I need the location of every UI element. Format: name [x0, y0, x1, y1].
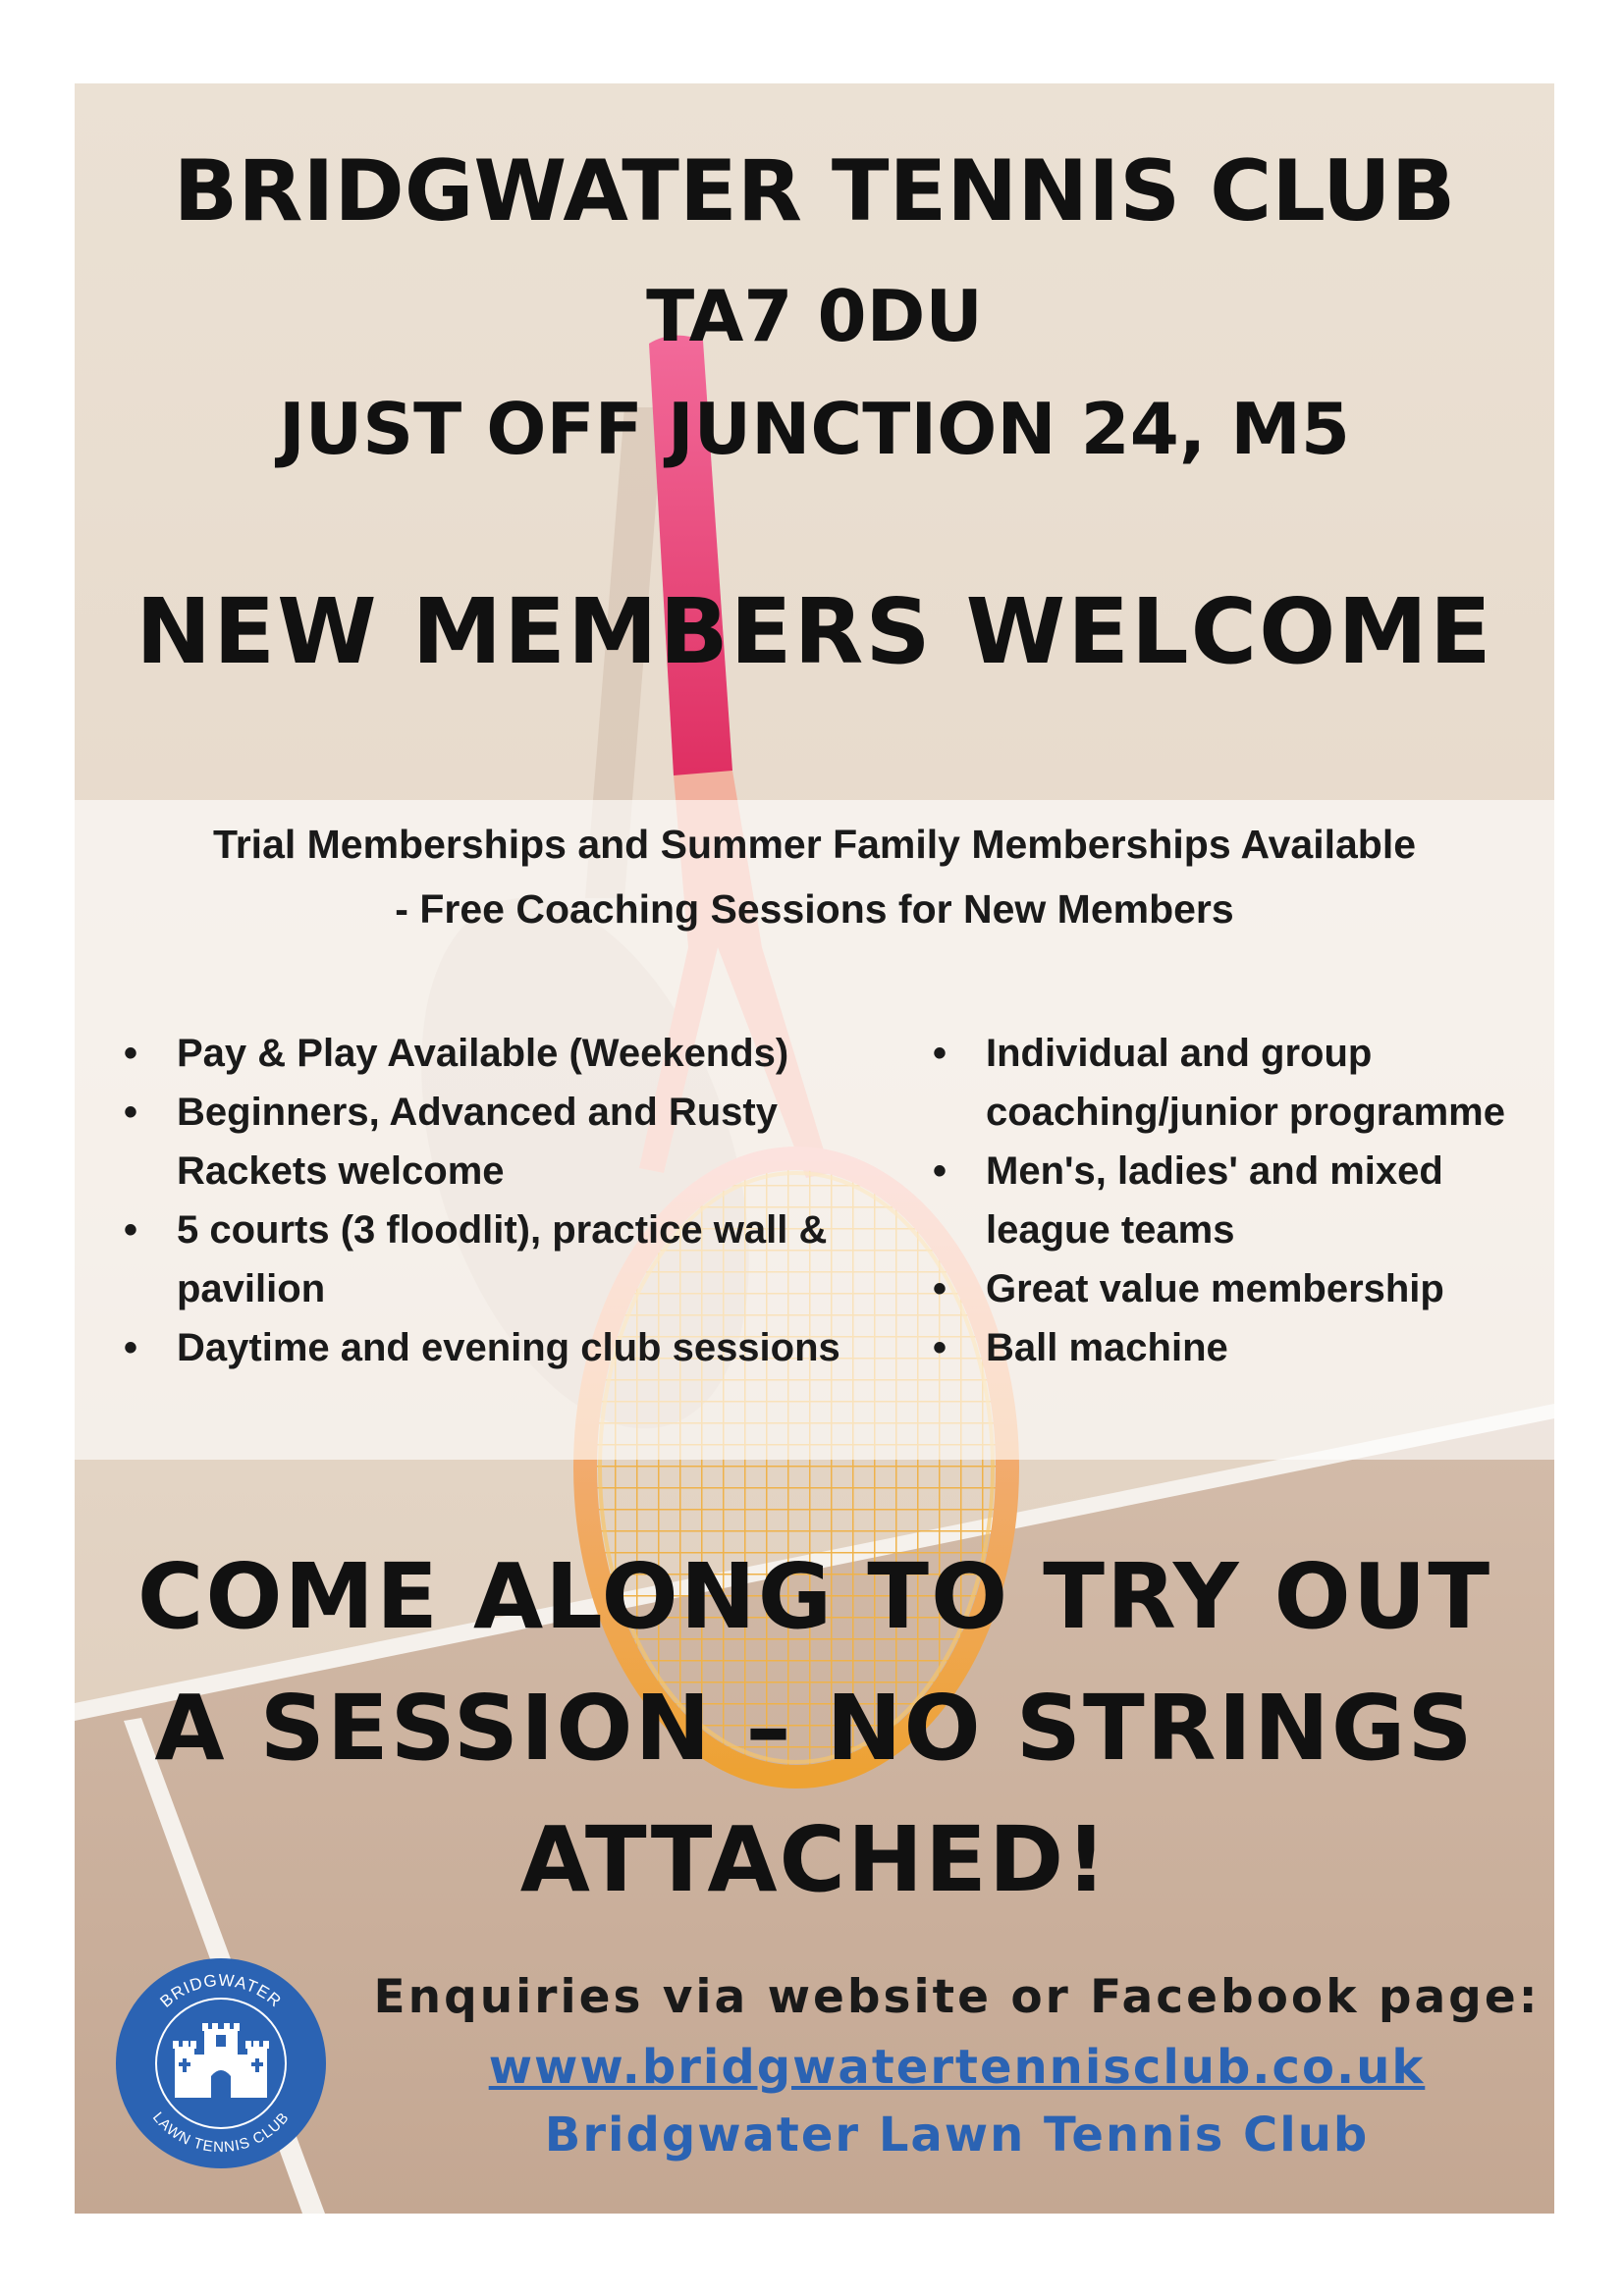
list-item: • Individual and group coaching/junior pr…: [925, 1024, 1534, 1142]
list-item-text: 5 courts (3 floodlit), practice wall & p…: [177, 1208, 828, 1310]
enquiries-text: Enquiries via website or Facebook page:: [373, 1970, 1541, 2024]
features-list-right: • Individual and group coaching/junior pr…: [925, 1024, 1534, 1377]
list-item-text: Men's, ladies' and mixed league teams: [986, 1149, 1443, 1252]
offer-line-2: - Free Coaching Sessions for New Members: [395, 886, 1234, 932]
headline: NEW MEMBERS WELCOME: [135, 579, 1493, 684]
bullet-icon: •: [932, 1326, 947, 1369]
list-item: • Great value membership: [925, 1259, 1534, 1318]
bullet-icon: •: [932, 1149, 947, 1193]
list-item: • Men's, ladies' and mixed league teams: [925, 1142, 1534, 1259]
bullet-icon: •: [932, 1032, 947, 1075]
facebook-page-link[interactable]: Bridgwater Lawn Tennis Club: [359, 2108, 1554, 2163]
website-link[interactable]: www.bridgwatertennisclub.co.uk: [359, 2040, 1554, 2095]
cta-line-1: COME ALONG TO TRY OUT: [136, 1544, 1492, 1649]
bullet-icon: •: [123, 1208, 137, 1252]
list-item: • Pay & Play Available (Weekends): [116, 1024, 901, 1083]
list-item: • Ball machine: [925, 1318, 1534, 1377]
offer-line-1: Trial Memberships and Summer Family Memb…: [212, 822, 1417, 867]
postcode: TA7 0DU: [646, 275, 983, 357]
bullet-icon: •: [123, 1326, 137, 1369]
list-item-text: Pay & Play Available (Weekends): [177, 1032, 789, 1075]
location-text: JUST OFF JUNCTION 24, M5: [278, 388, 1351, 470]
features-list-left: • Pay & Play Available (Weekends) • Beginn…: [116, 1024, 901, 1377]
list-item-text: Ball machine: [986, 1326, 1228, 1369]
list-item-text: Individual and group coaching/junior pro…: [986, 1032, 1505, 1134]
cta-line-3: ATTACHED!: [519, 1807, 1110, 1912]
list-item: • Beginners, Advanced and Rusty Rackets w…: [116, 1083, 901, 1201]
cta-line-2: A SESSION – NO STRINGS: [154, 1676, 1475, 1781]
bullet-icon: •: [932, 1267, 947, 1310]
poster: BRIDGWATER TENNIS CLUB TA7 0DU JUST OFF …: [75, 83, 1554, 2214]
list-item-text: Beginners, Advanced and Rusty Rackets we…: [177, 1091, 778, 1193]
list-item-text: Daytime and evening club sessions: [177, 1326, 840, 1369]
list-item: • Daytime and evening club sessions: [116, 1318, 901, 1377]
bullet-icon: •: [123, 1091, 137, 1134]
club-name: BRIDGWATER TENNIS CLUB: [173, 142, 1456, 240]
bullet-icon: •: [123, 1032, 137, 1075]
club-logo: BRIDGWATER LAWN TENNIS CLUB: [116, 1958, 326, 2168]
list-item: • 5 courts (3 floodlit), practice wall & …: [116, 1201, 901, 1318]
list-item-text: Great value membership: [986, 1267, 1444, 1310]
